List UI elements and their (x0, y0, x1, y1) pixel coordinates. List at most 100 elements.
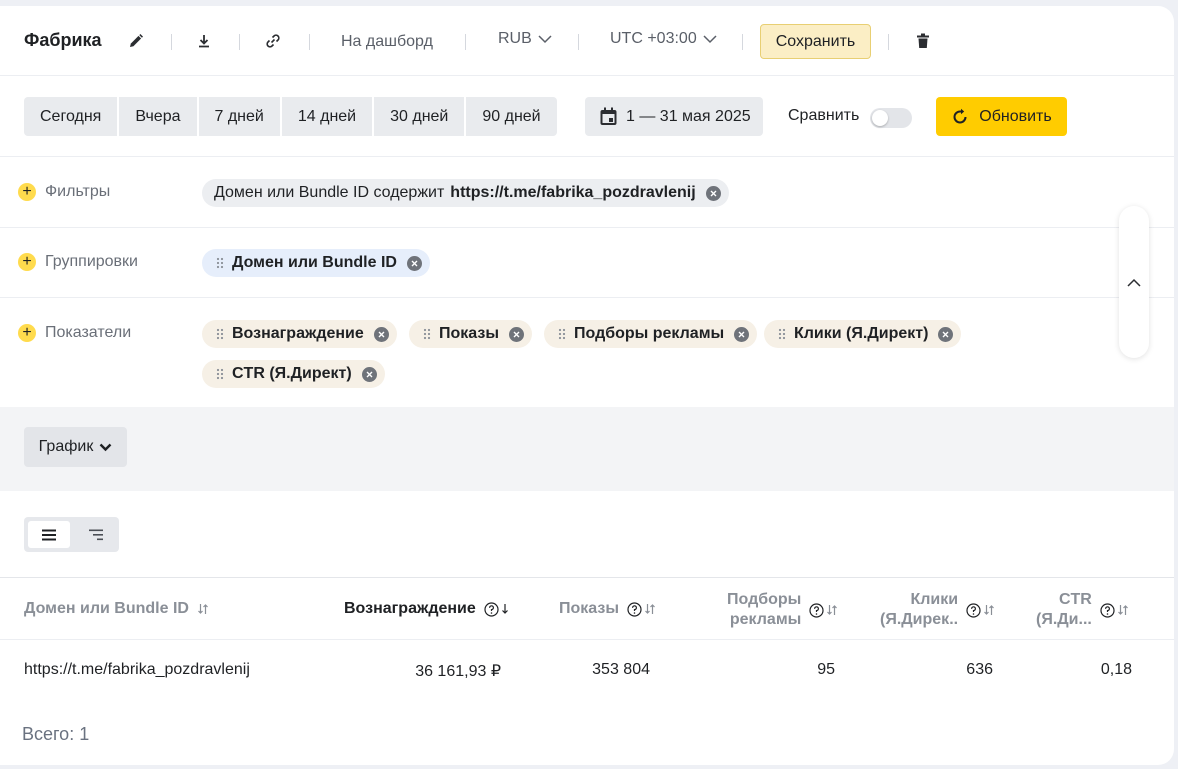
link-icon[interactable] (262, 30, 284, 52)
period-presets: Сегодня Вчера 7 дней 14 дней 30 дней 90 … (24, 97, 557, 136)
chevron-down-icon (538, 35, 552, 44)
remove-chip-icon[interactable] (406, 255, 422, 271)
remove-chip-icon[interactable] (361, 366, 377, 382)
metric-chip[interactable]: Вознаграждение (202, 320, 397, 348)
help-icon[interactable] (809, 602, 824, 618)
timezone-select[interactable]: UTC +03:00 (610, 30, 717, 48)
column-title-line: Клики (910, 591, 959, 608)
add-grouping-plus-icon[interactable]: + (18, 253, 36, 271)
add-metric-plus-icon[interactable]: + (18, 324, 36, 342)
drag-handle-icon[interactable] (556, 327, 568, 341)
drag-handle-icon[interactable] (776, 327, 788, 341)
toolbar-divider (578, 34, 579, 50)
table-header: Домен или Bundle ID Вознаграждение Показ… (0, 577, 1174, 640)
sort-icon[interactable] (826, 604, 838, 616)
refresh-label: Обновить (979, 107, 1052, 125)
metric-chip-label: CTR (Я.Директ) (232, 365, 352, 382)
date-range-picker[interactable]: 1 — 31 мая 2025 (585, 97, 763, 136)
metric-chip[interactable]: Подборы рекламы (544, 320, 758, 348)
drag-handle-icon[interactable] (214, 256, 226, 270)
metric-chip-label: Показы (439, 325, 499, 342)
period-7-days-button[interactable]: 7 дней (198, 97, 280, 136)
filter-chip[interactable]: Домен или Bundle ID содержит https://t.m… (202, 179, 729, 207)
to-dashboard-link[interactable]: На дашборд (341, 33, 433, 51)
edit-icon[interactable] (125, 30, 147, 52)
remove-chip-icon[interactable] (509, 326, 524, 342)
help-icon[interactable] (1100, 602, 1115, 618)
column-header-clicks[interactable]: Клики (Я.Дирек.. (880, 590, 995, 630)
refresh-button[interactable]: Обновить (936, 97, 1067, 136)
sort-icon[interactable] (983, 604, 995, 616)
metrics-row: + Показатели Вознаграждение Показы Подбо… (0, 297, 1174, 407)
download-icon[interactable] (193, 30, 215, 52)
column-header-reward[interactable]: Вознаграждение (344, 600, 509, 618)
help-icon[interactable] (484, 601, 499, 617)
cell-selections: 95 (817, 661, 835, 678)
help-icon[interactable] (966, 602, 981, 618)
column-title: Домен или Bundle ID (24, 600, 189, 617)
remove-chip-icon[interactable] (938, 326, 954, 342)
metric-chip-label: Подборы рекламы (574, 325, 725, 342)
table-view-switch (24, 517, 119, 552)
period-90-days-button[interactable]: 90 дней (466, 97, 557, 136)
date-range-value: 1 — 31 мая 2025 (626, 107, 751, 125)
sort-icon[interactable] (197, 603, 209, 615)
sort-icon[interactable] (644, 603, 656, 615)
flat-view-button[interactable] (28, 521, 70, 548)
grouping-chip-label: Домен или Bundle ID (232, 254, 397, 271)
add-filter-plus-icon[interactable]: + (18, 183, 36, 201)
trash-icon[interactable] (912, 30, 934, 52)
drag-handle-icon[interactable] (214, 327, 226, 341)
filters-row: + Фильтры Домен или Bundle ID содержит h… (0, 156, 1174, 227)
column-title-line: CTR (1058, 591, 1092, 608)
collapse-settings-button[interactable] (1119, 206, 1149, 358)
list-icon (42, 529, 56, 540)
column-title-line: рекламы (729, 611, 802, 628)
chart-toggle-button[interactable]: График (24, 427, 127, 467)
metric-chip[interactable]: Показы (409, 320, 532, 348)
drag-handle-icon[interactable] (421, 327, 433, 341)
sort-desc-icon[interactable] (501, 603, 509, 615)
report-title: Фабрика (24, 30, 102, 50)
toolbar-divider (888, 34, 889, 50)
remove-chip-icon[interactable] (373, 326, 389, 342)
sort-icon[interactable] (1117, 604, 1129, 616)
chart-toggle-label: График (38, 438, 94, 455)
period-yesterday-button[interactable]: Вчера (119, 97, 197, 136)
column-header-domain[interactable]: Домен или Bundle ID (24, 600, 209, 618)
metric-chip[interactable]: CTR (Я.Директ) (202, 360, 385, 388)
report-card: Фабрика На дашборд RUB UTC +03:00 Сохран… (0, 6, 1174, 765)
column-title: Вознаграждение (344, 600, 476, 617)
refresh-icon (953, 108, 967, 123)
total-count: Всего: 1 (22, 724, 90, 744)
tree-view-button[interactable] (75, 521, 117, 548)
period-30-days-button[interactable]: 30 дней (374, 97, 465, 136)
drag-handle-icon[interactable] (214, 367, 226, 381)
currency-select[interactable]: RUB (498, 30, 552, 48)
help-icon[interactable] (627, 601, 642, 617)
metric-chip[interactable]: Клики (Я.Директ) (764, 320, 962, 348)
calendar-icon (600, 107, 617, 125)
metric-chip-label: Вознаграждение (232, 325, 364, 342)
save-button[interactable]: Сохранить (760, 24, 871, 59)
chevron-down-icon (703, 35, 717, 44)
grouping-chip[interactable]: Домен или Bundle ID (202, 249, 430, 277)
filters-label: Фильтры (45, 183, 111, 200)
column-header-shows[interactable]: Показы (559, 600, 656, 618)
column-header-selections[interactable]: Подборы рекламы (727, 590, 838, 630)
timezone-value: UTC +03:00 (610, 30, 697, 47)
report-toolbar: Фабрика На дашборд RUB UTC +03:00 Сохран… (0, 6, 1174, 76)
period-row: Сегодня Вчера 7 дней 14 дней 30 дней 90 … (0, 77, 1174, 156)
column-title: Показы (559, 600, 619, 617)
period-today-button[interactable]: Сегодня (24, 97, 118, 136)
compare-toggle[interactable] (870, 108, 912, 128)
period-14-days-button[interactable]: 14 дней (281, 97, 373, 136)
remove-chip-icon[interactable] (734, 326, 750, 342)
groupings-label: Группировки (45, 253, 138, 270)
remove-chip-icon[interactable] (705, 185, 721, 201)
column-header-ctr[interactable]: CTR (Я.Ди... (1036, 590, 1129, 630)
metric-chip-label: Клики (Я.Директ) (794, 325, 929, 342)
column-title-line: Подборы (727, 591, 802, 608)
column-title-line: (Я.Ди... (1036, 611, 1092, 628)
chevron-up-icon (1127, 278, 1141, 287)
